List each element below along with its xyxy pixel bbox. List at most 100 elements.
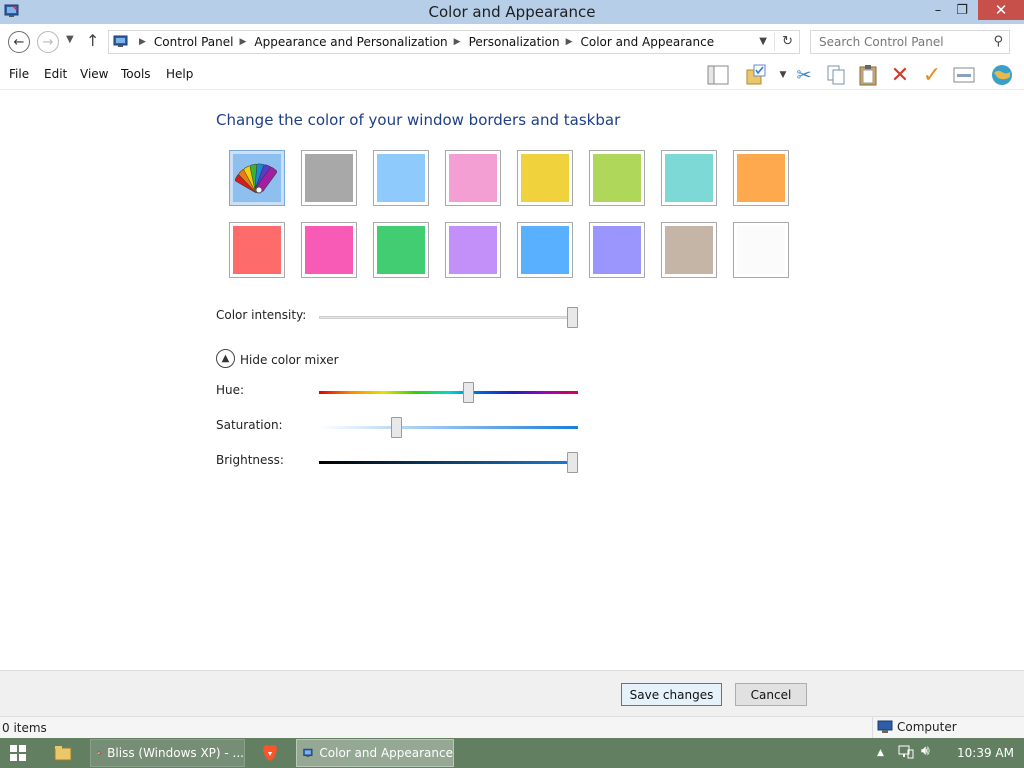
arrow-right-icon: → xyxy=(42,34,54,50)
close-button[interactable]: ✕ xyxy=(978,0,1024,20)
brightness-label: Brightness: xyxy=(216,453,284,467)
window-title: Color and Appearance xyxy=(428,3,596,21)
color-swatch-red[interactable] xyxy=(229,222,285,278)
collapse-mixer-button[interactable]: ▲ xyxy=(216,349,235,368)
chrome-icon xyxy=(97,751,101,755)
up-button[interactable]: ↑ xyxy=(86,31,99,50)
maximize-button[interactable]: ❐ xyxy=(950,0,974,20)
color-swatch-green[interactable] xyxy=(373,222,429,278)
task-browser[interactable]: Bliss (Windows XP) - ... xyxy=(90,739,245,767)
color-swatch-magenta[interactable] xyxy=(301,222,357,278)
start-button[interactable] xyxy=(10,745,26,764)
copy-icon[interactable] xyxy=(824,63,848,87)
location-label: Computer xyxy=(897,720,957,734)
swatch-fill xyxy=(233,226,281,274)
hue-slider-thumb[interactable] xyxy=(463,382,474,403)
paste-icon[interactable] xyxy=(856,63,880,87)
swatch-fill xyxy=(377,154,425,202)
search-box[interactable]: ⚲ xyxy=(810,30,1010,54)
chevron-right-icon[interactable]: ▶ xyxy=(240,37,247,47)
brave-icon[interactable] xyxy=(258,741,282,765)
task-color-appearance[interactable]: Color and Appearance xyxy=(296,739,454,767)
menu-help[interactable]: Help xyxy=(166,67,193,81)
refresh-icon[interactable]: ↻ xyxy=(782,34,793,49)
brightness-slider-thumb[interactable] xyxy=(567,452,578,473)
chevron-up-icon: ▲ xyxy=(221,353,230,364)
divider xyxy=(872,717,873,739)
network-icon[interactable] xyxy=(898,745,914,762)
menu-view[interactable]: View xyxy=(80,67,108,81)
chevron-down-icon[interactable]: ▼ xyxy=(759,36,767,47)
saturation-slider-thumb[interactable] xyxy=(391,417,402,438)
swatch-fill xyxy=(449,154,497,202)
swatch-fill xyxy=(593,154,641,202)
delete-icon[interactable]: ✕ xyxy=(888,63,912,88)
recent-locations-dropdown[interactable]: ▼ xyxy=(66,34,74,45)
breadcrumb[interactable]: ▶ Control Panel ▶ Appearance and Persona… xyxy=(108,30,800,54)
main-content: Change the color of your window borders … xyxy=(0,90,1024,670)
checkmark-icon[interactable]: ✓ xyxy=(920,63,944,88)
color-swatch-automatic[interactable] xyxy=(229,150,285,206)
back-button[interactable]: ← xyxy=(8,31,30,53)
task-browser-label: Bliss (Windows XP) - ... xyxy=(107,746,244,760)
color-swatch-pink[interactable] xyxy=(445,150,501,206)
cut-icon[interactable]: ✂ xyxy=(792,63,816,87)
saturation-slider-track[interactable] xyxy=(319,426,578,429)
swatch-fill xyxy=(305,154,353,202)
clock[interactable]: 10:39 AM xyxy=(957,746,1014,760)
color-swatch-sky[interactable] xyxy=(373,150,429,206)
minimize-button[interactable]: – xyxy=(926,0,950,20)
cancel-button[interactable]: Cancel xyxy=(735,683,807,706)
task-color-appearance-label: Color and Appearance xyxy=(319,746,453,760)
intensity-slider-track[interactable] xyxy=(319,316,578,319)
windows-logo-icon xyxy=(10,745,26,761)
search-icon[interactable]: ⚲ xyxy=(993,34,1003,49)
chevron-right-icon[interactable]: ▶ xyxy=(566,37,573,47)
swatch-fill xyxy=(521,154,569,202)
color-swatch-orange[interactable] xyxy=(733,150,789,206)
control-panel-icon xyxy=(303,748,313,757)
menu-file[interactable]: File xyxy=(9,67,29,81)
item-count: 0 items xyxy=(2,721,47,735)
forward-button[interactable]: → xyxy=(37,31,59,53)
color-swatch-white[interactable] xyxy=(733,222,789,278)
control-panel-icon xyxy=(113,35,128,47)
divider xyxy=(774,33,775,51)
hue-slider-track[interactable] xyxy=(319,391,578,394)
layout-pane-icon[interactable] xyxy=(706,63,730,87)
crumb-appearance-personalization[interactable]: Appearance and Personalization xyxy=(254,35,447,49)
brightness-slider-track[interactable] xyxy=(319,461,578,464)
crumb-control-panel[interactable]: Control Panel xyxy=(154,35,234,49)
color-swatch-lime[interactable] xyxy=(589,150,645,206)
show-hidden-icons-icon[interactable]: ▲ xyxy=(877,748,884,758)
save-button[interactable]: Save changes xyxy=(621,683,722,706)
location-indicator: Computer xyxy=(877,720,957,734)
globe-icon[interactable] xyxy=(990,63,1014,87)
color-swatch-periwinkle[interactable] xyxy=(589,222,645,278)
page-title: Change the color of your window borders … xyxy=(216,111,621,129)
chevron-right-icon[interactable]: ▶ xyxy=(454,37,461,47)
crumb-personalization[interactable]: Personalization xyxy=(469,35,560,49)
intensity-slider-thumb[interactable] xyxy=(567,307,578,328)
file-explorer-icon[interactable] xyxy=(52,741,74,765)
color-swatch-gray[interactable] xyxy=(301,150,357,206)
color-swatch-blue[interactable] xyxy=(517,222,573,278)
swatch-fill xyxy=(377,226,425,274)
properties-icon[interactable] xyxy=(952,63,976,87)
address-bar: ← → ▼ ↑ ▶ Control Panel ▶ Appearance and… xyxy=(0,24,1024,60)
color-swatch-violet[interactable] xyxy=(445,222,501,278)
crumb-color-appearance[interactable]: Color and Appearance xyxy=(581,35,715,49)
folder-check-icon[interactable] xyxy=(744,63,768,87)
color-swatch-teal[interactable] xyxy=(661,150,717,206)
volume-icon[interactable]: 🔊︎ xyxy=(921,743,930,759)
computer-icon xyxy=(877,720,893,733)
color-swatch-taupe[interactable] xyxy=(661,222,717,278)
saturation-label: Saturation: xyxy=(216,418,283,432)
menu-edit[interactable]: Edit xyxy=(44,67,67,81)
search-input[interactable] xyxy=(819,35,979,49)
menu-tools[interactable]: Tools xyxy=(121,67,151,81)
color-swatch-yellow[interactable] xyxy=(517,150,573,206)
swatch-fill xyxy=(233,154,281,202)
swatch-fill xyxy=(737,154,785,202)
mixer-toggle-label[interactable]: Hide color mixer xyxy=(240,353,339,367)
